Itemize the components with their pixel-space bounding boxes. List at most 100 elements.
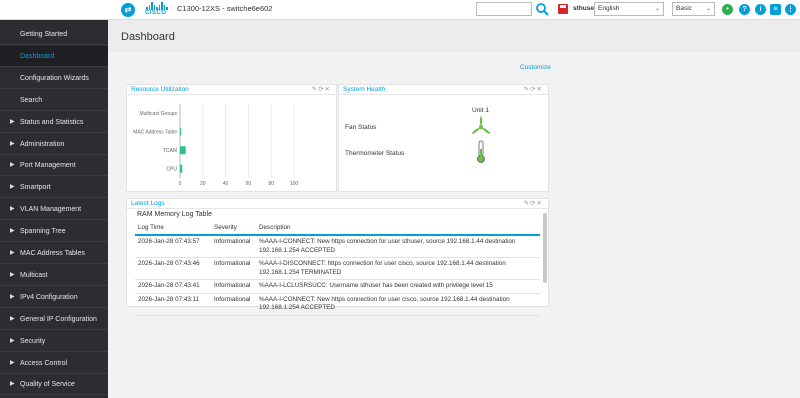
latest-logs-panel: Latest Logs ✎⟳✕ RAM Memory Log Table Log… xyxy=(126,198,549,316)
chevron-down-icon: ⌄ xyxy=(654,6,660,12)
sidebar-item-general-ip-configuration[interactable]: ▶ General IP Configuration xyxy=(0,309,108,330)
sidebar-item-label: Dashboard xyxy=(20,52,55,60)
expand-arrow-icon: ▶ xyxy=(10,271,15,278)
column-header: Severity xyxy=(211,221,256,236)
log-description: %AAA-I-LCLUSRSUCC: Username sthuser has … xyxy=(256,279,540,294)
top-header: ⇄ CISCO C1300-12XS - switche6e602 sthuse… xyxy=(0,0,800,20)
sidebar-item-vlan-management[interactable]: ▶ VLAN Management xyxy=(0,199,108,221)
log-table-title: RAM Memory Log Table xyxy=(137,211,212,218)
more-icon[interactable]: ⋮ xyxy=(785,4,796,15)
panel-tools[interactable]: ✎⟳✕ xyxy=(312,85,331,93)
chevron-down-icon: ⌄ xyxy=(705,6,711,12)
fan-icon xyxy=(472,116,490,134)
table-row: 2026-Jan-28 07:43:11 Informational %AAA-I-… xyxy=(135,293,540,316)
sidebar-item-label: General IP Configuration xyxy=(20,315,97,323)
sidebar-item-label: Smartport xyxy=(20,184,51,192)
sidebar-item-smartport[interactable]: ▶ Smartport xyxy=(0,177,108,199)
thermometer-status-label: Thermometer Status xyxy=(345,150,405,157)
expand-arrow-icon: ▶ xyxy=(10,140,15,147)
info-icon[interactable]: i xyxy=(755,4,766,15)
menu-toggle-icon[interactable]: ⇄ xyxy=(121,3,135,17)
sidebar-item-configuration-wizards[interactable]: Configuration Wizards xyxy=(0,68,108,89)
x-tick-label: 80 xyxy=(268,181,274,187)
expand-arrow-icon: ▶ xyxy=(10,250,15,256)
page-title: Dashboard xyxy=(121,31,175,43)
expand-arrow-icon: ▶ xyxy=(10,184,15,191)
log-time: 2026-Jan-28 07:43:46 xyxy=(135,257,211,280)
sidebar-item-getting-started[interactable]: Getting Started xyxy=(0,24,108,45)
category-label: Multicast Groups xyxy=(139,111,177,117)
expand-arrow-icon: ▶ xyxy=(10,228,15,235)
category-label: TCAM xyxy=(163,148,177,154)
sidebar-item-spanning-tree[interactable]: ▶ Spanning Tree xyxy=(0,221,108,243)
sidebar-item-multicast[interactable]: ▶ Multicast xyxy=(0,265,108,286)
log-time: 2026-Jan-28 07:43:41 xyxy=(135,279,211,294)
expand-arrow-icon: ▶ xyxy=(10,162,15,169)
log-severity: Informational xyxy=(211,257,256,280)
sidebar-item-label: Spanning Tree xyxy=(20,228,66,236)
log-time: 2026-Jan-28 07:43:11 xyxy=(135,293,211,316)
panel-title: Resource Utilization xyxy=(131,86,189,93)
cisco-logo: CISCO xyxy=(145,2,173,18)
language-select[interactable]: English ⌄ xyxy=(594,2,664,16)
sidebar-item-label: Configuration Wizards xyxy=(20,74,89,82)
sidebar-item-label: MAC Address Tables xyxy=(20,250,85,257)
x-tick-label: 0 xyxy=(179,181,182,187)
column-header: Description xyxy=(256,221,540,236)
panel-tools[interactable]: ✎⟳✕ xyxy=(524,85,543,93)
resource-chart: 0 20 40 60 80 100 Multicast Groups MAC Address … xyxy=(133,104,298,187)
sidebar-item-search[interactable]: Search xyxy=(0,90,108,111)
sidebar-item-security[interactable]: ▶ Security xyxy=(0,331,108,352)
panel-title: System Health xyxy=(343,86,386,93)
x-tick-label: 60 xyxy=(246,181,252,187)
sidebar-item-status-and-statistics[interactable]: ▶ Status and Statistics xyxy=(0,112,108,133)
sidebar-item-administration[interactable]: ▶ Administration xyxy=(0,134,108,155)
status-icon[interactable]: • xyxy=(722,4,733,15)
table-row: 2026-Jan-28 07:43:46 Informational %AAA-I-… xyxy=(135,257,540,280)
title-bar xyxy=(108,20,800,52)
expand-arrow-icon: ▶ xyxy=(10,337,15,344)
log-description: %AAA-I-CONNECT: New https connection for… xyxy=(256,293,540,316)
sidebar-item-label: Multicast xyxy=(20,271,48,279)
save-icon[interactable] xyxy=(558,4,568,14)
customize-link[interactable]: Customize xyxy=(520,64,551,71)
sidebar: Getting Started Dashboard Configuration Wi… xyxy=(0,20,108,398)
expand-arrow-icon: ▶ xyxy=(10,293,15,300)
search-input[interactable] xyxy=(476,2,532,16)
help-icon[interactable]: ? xyxy=(739,4,750,15)
sidebar-item-label: Search xyxy=(20,96,43,104)
device-name: C1300-12XS - switche6e602 xyxy=(177,4,273,13)
bar xyxy=(180,127,182,136)
sidebar-item-access-control[interactable]: ▶ Access Control xyxy=(0,353,108,374)
log-scrollbar[interactable] xyxy=(543,213,547,283)
panel-title: Latest Logs xyxy=(131,200,165,207)
expand-arrow-icon: ▶ xyxy=(10,206,15,213)
thermometer-icon xyxy=(477,140,485,163)
sidebar-item-label: Access Control xyxy=(20,359,68,367)
expand-arrow-icon: ▶ xyxy=(10,359,15,366)
resource-utilization-panel: Resource Utilization ✎⟳✕ 0 20 40 60 80 100 Mul… xyxy=(126,84,337,192)
log-description: %AAA-I-DISCONNECT: https connection for … xyxy=(256,257,540,280)
sidebar-item-label: VLAN Management xyxy=(20,206,82,214)
panel-tools[interactable]: ✎⟳✕ xyxy=(524,199,543,207)
fan-status-label: Fan Status xyxy=(345,124,377,131)
user-name: sthuser xyxy=(573,5,597,12)
sidebar-item-dashboard[interactable]: Dashboard xyxy=(0,45,108,67)
log-table: Log Time Severity Description 2026-Jan-2… xyxy=(135,221,540,316)
sidebar-item-label: IPv4 Configuration xyxy=(20,293,78,301)
category-label: CPU xyxy=(166,167,177,173)
search-icon[interactable] xyxy=(535,2,549,16)
expand-arrow-icon: ▶ xyxy=(10,315,15,322)
sidebar-item-ipv4-configuration[interactable]: ▶ IPv4 Configuration xyxy=(0,287,108,308)
sidebar-item-quality-of-service[interactable]: ▶ Quality of Service xyxy=(0,374,108,396)
sidebar-item-label: Getting Started xyxy=(20,31,68,38)
sidebar-item-mac-address-tables[interactable]: ▶ MAC Address Tables xyxy=(0,243,108,264)
column-header: Log Time xyxy=(135,221,211,236)
x-tick-label: 40 xyxy=(223,181,229,187)
mode-select[interactable]: Basic ⌄ xyxy=(672,2,715,16)
document-icon[interactable]: ≡ xyxy=(770,4,781,15)
table-row: 2026-Jan-28 07:43:57 Informational %AAA-I-… xyxy=(135,235,540,258)
bar xyxy=(180,146,186,155)
sidebar-item-port-management[interactable]: ▶ Port Management xyxy=(0,155,108,177)
sidebar-item-label: Status and Statistics xyxy=(20,118,84,126)
